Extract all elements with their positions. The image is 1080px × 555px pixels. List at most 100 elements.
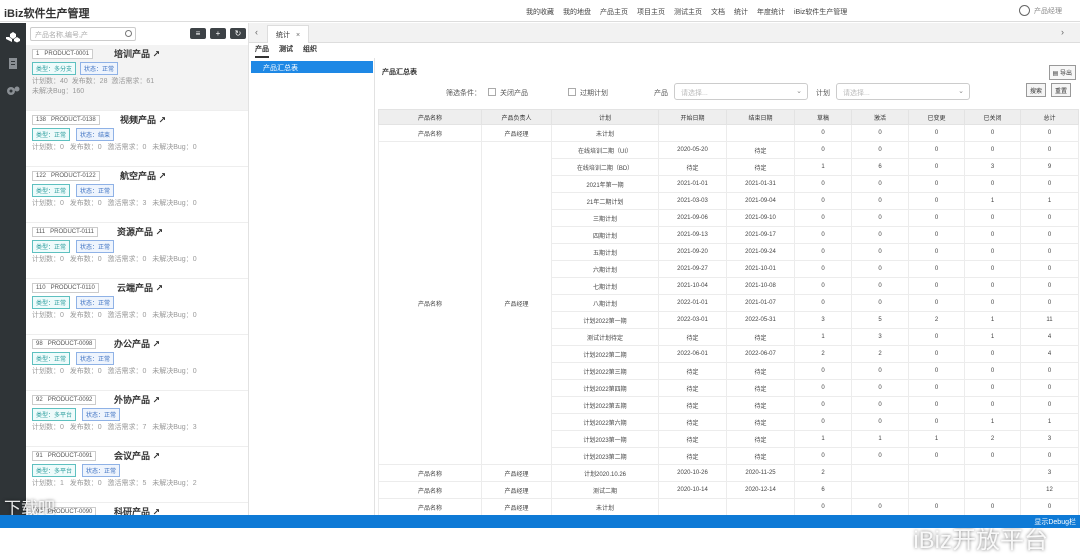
list-view-button[interactable]: ≡ <box>190 28 206 39</box>
product-list-item[interactable]: 90 PRODUCT-0090 科研产品 ↗ <box>26 503 248 515</box>
product-list-item[interactable]: 138 PRODUCT-0138 视频产品 ↗ 类型：正常 状态：结束 计划数：0 发布… <box>26 111 248 167</box>
table-cell: 2 <box>908 311 965 329</box>
table-cell: 2022-06-07 <box>726 345 795 363</box>
table-cell: 计划2023第一期 <box>551 430 659 448</box>
subtab-test[interactable]: 测试 <box>279 44 293 58</box>
topnav-item[interactable]: 我的地盘 <box>563 7 591 17</box>
product-list-item[interactable]: 110 PRODUCT-0110 云端产品 ↗ 类型：正常 状态：正常 计划数：0 发布… <box>26 279 248 335</box>
subtab-product[interactable]: 产品 <box>255 44 269 58</box>
search-button[interactable]: 搜索 <box>1026 83 1047 97</box>
sub-tabs: 产品 测试 组织 <box>249 44 1080 58</box>
table-cell: 2021年第一期 <box>551 175 659 193</box>
table-cell: 2021-10-01 <box>726 260 795 278</box>
tree-item-product-summary[interactable]: 产品汇总表 <box>251 61 373 73</box>
close-icon[interactable]: × <box>296 32 300 39</box>
product-search-input[interactable]: 产品名称,编号,产 <box>30 27 136 41</box>
table-cell: 计划2020.10.26 <box>551 464 659 482</box>
type-badge: 类型：正常 <box>32 184 71 197</box>
table-cell: 1 <box>964 328 1021 346</box>
table-cell: 0 <box>1020 243 1079 261</box>
topnav-item[interactable]: 年度统计 <box>757 7 785 17</box>
table-cell <box>726 124 795 142</box>
subtab-org[interactable]: 组织 <box>303 44 317 58</box>
product-list-item[interactable]: 91 PRODUCT-0091 会议产品 ↗ 类型：多平台 状态：正常 计划数：1 发布… <box>26 447 248 503</box>
table-cell: 2021-09-13 <box>658 226 727 244</box>
product-list-item[interactable]: 122 PRODUCT-0122 航空产品 ↗ 类型：正常 状态：正常 计划数：0 发布… <box>26 167 248 223</box>
topnav-item[interactable]: 项目主页 <box>637 7 665 17</box>
app-title: iBiz软件生产管理 <box>4 8 90 20</box>
column-header: 激活 <box>851 109 909 125</box>
table-cell: 3 <box>964 158 1021 176</box>
table-cell: 0 <box>908 192 965 210</box>
topnav-item[interactable]: 文档 <box>711 7 725 17</box>
table-cell: 2021-01-07 <box>726 294 795 312</box>
product-list-item[interactable]: 1 PRODUCT-0001 培训产品 ↗ 类型：多分支 状态：正常 计划数：40 发布… <box>26 45 248 111</box>
debug-toggle[interactable]: 显示Debug栏 <box>1034 517 1076 527</box>
tab-statistics[interactable]: 统计 × <box>267 25 310 43</box>
product-select[interactable]: 请选择... ⌄ <box>674 83 808 100</box>
topnav-item[interactable]: 测试主页 <box>674 7 702 17</box>
table-cell: 0 <box>794 379 852 397</box>
product-list-item[interactable]: 92 PRODUCT-0092 外协产品 ↗ 类型：多平台 状态：正常 计划数：0 发布… <box>26 391 248 447</box>
product-stats: 计划数：0 发布数：0 激活需求：0 未解决Bug：0 <box>32 368 197 375</box>
tab-next-icon[interactable]: › <box>1061 27 1064 37</box>
table-cell: 2 <box>964 430 1021 448</box>
expired-plan-label: 过期计划 <box>580 90 608 97</box>
table-cell: 0 <box>908 209 965 227</box>
topnav-item[interactable]: 我的收藏 <box>526 7 554 17</box>
table-cell: 2021-10-04 <box>658 277 727 295</box>
topnav-item[interactable]: 产品主页 <box>600 7 628 17</box>
table-cell: 2 <box>794 464 852 482</box>
table-cell: 0 <box>851 362 909 380</box>
table-cell: 0 <box>964 226 1021 244</box>
table-cell: 2022-01-01 <box>658 294 727 312</box>
product-stats: 计划数：0 发布数：0 激活需求：0 未解决Bug：0 <box>32 312 197 319</box>
table-cell: 12 <box>1020 481 1079 499</box>
table-cell: 0 <box>851 413 909 431</box>
table-cell: 2020-11-25 <box>726 464 795 482</box>
reset-button[interactable]: 重置 <box>1051 83 1072 97</box>
tab-prev-icon[interactable]: ‹ <box>255 27 258 37</box>
table-cell: 七期计划 <box>551 277 659 295</box>
table-cell: 产品名称 <box>378 464 482 482</box>
report-panel: 产品汇总表 ▤ 导出 筛选条件： 关闭产品 过期计划 产品 请选择... ⌄ 计划… <box>376 58 1080 554</box>
table-cell: 0 <box>794 447 852 465</box>
table-cell: 2020-10-26 <box>658 464 727 482</box>
document-icon[interactable] <box>6 58 20 70</box>
product-list-item[interactable]: 111 PRODUCT-0111 资源产品 ↗ 类型：正常 状态：正常 计划数：0 发布… <box>26 223 248 279</box>
table-cell <box>964 464 1021 482</box>
status-badge: 状态：正常 <box>82 408 121 421</box>
refresh-button[interactable]: ↻ <box>230 28 246 39</box>
product-cubes-icon[interactable] <box>6 31 20 43</box>
product-list-item[interactable]: 98 PRODUCT-0098 办公产品 ↗ 类型：正常 状态：正常 计划数：0 发布数… <box>26 335 248 391</box>
type-badge: 类型：多平台 <box>32 464 77 477</box>
search-icon[interactable] <box>125 30 132 37</box>
topnav-item[interactable]: 统计 <box>734 7 748 17</box>
close-product-checkbox[interactable] <box>488 88 496 96</box>
user-menu[interactable]: 产品经理 <box>1019 5 1062 16</box>
table-cell: 六期计划 <box>551 260 659 278</box>
add-product-button[interactable]: + <box>210 28 226 39</box>
product-name: 科研产品 ↗ <box>114 507 161 515</box>
table-cell <box>658 498 727 516</box>
status-badge: 状态：正常 <box>82 464 121 477</box>
filter-label: 筛选条件： <box>446 90 481 97</box>
left-rail <box>0 23 26 515</box>
plan-select[interactable]: 请选择... ⌄ <box>836 83 970 100</box>
table-cell: 待定 <box>658 396 727 414</box>
export-button[interactable]: ▤ 导出 <box>1048 65 1076 80</box>
table-cell: 0 <box>1020 141 1079 159</box>
table-cell: 0 <box>794 175 852 193</box>
product-code: 98 PRODUCT-0098 <box>32 339 97 349</box>
topnav-item[interactable]: iBiz软件生产管理 <box>794 7 847 17</box>
table-cell: 0 <box>1020 396 1079 414</box>
table-cell: 21年二期计划 <box>551 192 659 210</box>
settings-gears-icon[interactable] <box>6 85 20 97</box>
expired-plan-checkbox[interactable] <box>568 88 576 96</box>
search-placeholder: 产品名称,编号,产 <box>35 32 88 39</box>
type-badge: 类型：多分支 <box>32 62 77 75</box>
table-cell: 0 <box>908 379 965 397</box>
external-link-icon: ↗ <box>152 49 161 59</box>
tab-label: 统计 <box>276 32 290 39</box>
table-cell: 2021-09-17 <box>726 226 795 244</box>
